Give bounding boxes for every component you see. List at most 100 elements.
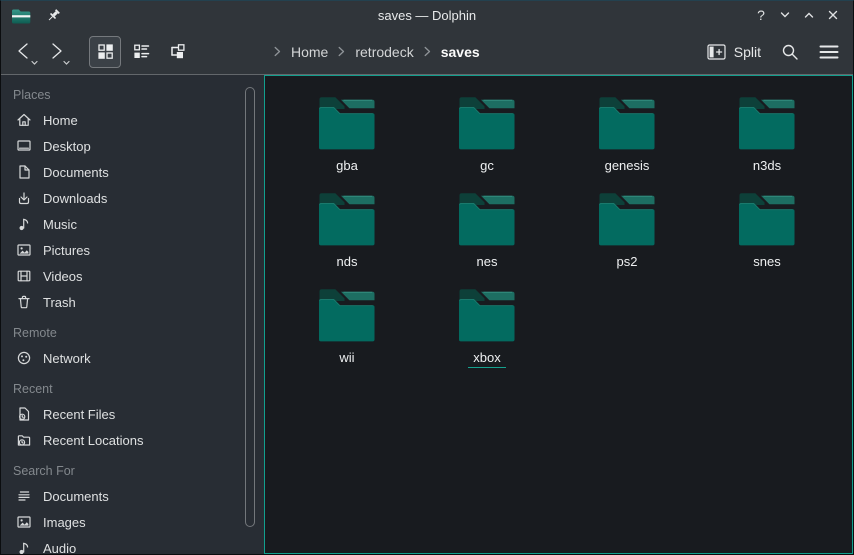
breadcrumb-item[interactable]: retrodeck bbox=[355, 44, 413, 60]
close-button[interactable] bbox=[821, 4, 845, 26]
folder-snes[interactable]: snes bbox=[697, 183, 837, 279]
music-note-icon bbox=[16, 216, 32, 232]
sidebar-item-label: Network bbox=[43, 351, 91, 366]
menu-button[interactable] bbox=[819, 44, 839, 60]
details-view-icon bbox=[133, 43, 150, 60]
toolbar-right: Split bbox=[707, 43, 839, 61]
sidebar-item-documents[interactable]: Documents bbox=[1, 483, 264, 509]
sidebar-item-label: Home bbox=[43, 113, 78, 128]
sidebar-item-label: Documents bbox=[43, 165, 109, 180]
sidebar-sections: Places Home Desktop Documents Downloads Music… bbox=[1, 83, 264, 554]
folder-grid: gba gc genesis n3ds nds nes bbox=[277, 87, 837, 375]
sidebar-item-label: Recent Locations bbox=[43, 433, 143, 448]
folder-label: n3ds bbox=[748, 158, 786, 176]
folder-ps2[interactable]: ps2 bbox=[557, 183, 697, 279]
caret-down-icon bbox=[30, 60, 39, 66]
sidebar-item-desktop[interactable]: Desktop bbox=[1, 133, 264, 159]
folder-label: gc bbox=[475, 158, 499, 176]
pin-icon[interactable] bbox=[46, 8, 61, 23]
folder-icon bbox=[315, 188, 379, 252]
forward-button[interactable] bbox=[45, 37, 71, 67]
sidebar-item-downloads[interactable]: Downloads bbox=[1, 185, 264, 211]
document-icon bbox=[16, 164, 32, 180]
chevron-left-icon bbox=[15, 41, 33, 61]
trash-icon bbox=[16, 294, 32, 310]
folder-xbox[interactable]: xbox bbox=[417, 279, 557, 375]
folder-wii[interactable]: wii bbox=[277, 279, 417, 375]
breadcrumb: Home retrodeck saves bbox=[273, 44, 480, 60]
sidebar-section-header: Recent bbox=[1, 377, 264, 401]
folder-icon bbox=[315, 284, 379, 348]
sidebar-item-label: Music bbox=[43, 217, 77, 232]
maximize-button[interactable] bbox=[797, 4, 821, 26]
sidebar-section-header: Remote bbox=[1, 321, 264, 345]
window-title: saves — Dolphin bbox=[1, 8, 853, 23]
folder-label: snes bbox=[748, 254, 785, 272]
folder-label: nes bbox=[472, 254, 503, 272]
folder-gba[interactable]: gba bbox=[277, 87, 417, 183]
chevron-down-icon bbox=[779, 9, 791, 21]
tree-view-button[interactable] bbox=[161, 36, 193, 68]
download-icon bbox=[16, 190, 32, 206]
details-view-button[interactable] bbox=[125, 36, 157, 68]
sidebar-item-videos[interactable]: Videos bbox=[1, 263, 264, 289]
folder-icon bbox=[455, 284, 519, 348]
sidebar-item-label: Audio bbox=[43, 541, 76, 555]
sidebar-item-pictures[interactable]: Pictures bbox=[1, 237, 264, 263]
sidebar-item-label: Documents bbox=[43, 489, 109, 504]
main-area: Places Home Desktop Documents Downloads Music… bbox=[1, 75, 853, 554]
icons-view-button[interactable] bbox=[89, 36, 121, 68]
split-button[interactable]: Split bbox=[707, 44, 761, 60]
breadcrumb-chevron-icon[interactable] bbox=[423, 45, 432, 58]
folder-label: ps2 bbox=[612, 254, 643, 272]
film-icon bbox=[16, 268, 32, 284]
dolphin-app-icon bbox=[11, 7, 31, 24]
chevron-up-icon bbox=[803, 9, 815, 21]
folder-n3ds[interactable]: n3ds bbox=[697, 87, 837, 183]
folder-label: gba bbox=[331, 158, 363, 176]
sidebar-item-music[interactable]: Music bbox=[1, 211, 264, 237]
image-icon bbox=[16, 514, 32, 530]
sidebar-item-home[interactable]: Home bbox=[1, 107, 264, 133]
sidebar-item-trash[interactable]: Trash bbox=[1, 289, 264, 315]
folder-gc[interactable]: gc bbox=[417, 87, 557, 183]
help-button[interactable]: ? bbox=[749, 4, 773, 26]
folder-label: nds bbox=[332, 254, 363, 272]
sidebar-item-images[interactable]: Images bbox=[1, 509, 264, 535]
tree-view-icon bbox=[169, 43, 186, 60]
folder-icon bbox=[735, 188, 799, 252]
minimize-button[interactable] bbox=[773, 4, 797, 26]
folder-icon bbox=[455, 92, 519, 156]
folder-view[interactable]: gba gc genesis n3ds nds nes bbox=[264, 75, 853, 554]
folder-icon bbox=[455, 188, 519, 252]
toolbar: Home retrodeck saves Split bbox=[1, 29, 853, 75]
sidebar-item-label: Pictures bbox=[43, 243, 90, 258]
dolphin-window: saves — Dolphin ? bbox=[0, 0, 854, 555]
sidebar-item-label: Recent Files bbox=[43, 407, 115, 422]
folder-genesis[interactable]: genesis bbox=[557, 87, 697, 183]
sidebar-section-header: Places bbox=[1, 83, 264, 107]
sidebar-item-label: Downloads bbox=[43, 191, 107, 206]
sidebar-item-label: Trash bbox=[43, 295, 76, 310]
breadcrumb-chevron-icon[interactable] bbox=[273, 45, 282, 58]
recent-locations-icon bbox=[16, 432, 32, 448]
folder-nds[interactable]: nds bbox=[277, 183, 417, 279]
sidebar-scrollbar[interactable] bbox=[245, 87, 255, 527]
sidebar-item-recent-locations[interactable]: Recent Locations bbox=[1, 427, 264, 453]
search-button[interactable] bbox=[781, 43, 799, 61]
sidebar-item-documents[interactable]: Documents bbox=[1, 159, 264, 185]
network-icon bbox=[16, 350, 32, 366]
icons-view-icon bbox=[97, 43, 114, 60]
folder-label: xbox bbox=[468, 350, 505, 368]
sidebar-item-network[interactable]: Network bbox=[1, 345, 264, 371]
sidebar-item-recent-files[interactable]: Recent Files bbox=[1, 401, 264, 427]
folder-icon bbox=[315, 92, 379, 156]
breadcrumb-item[interactable]: Home bbox=[291, 44, 328, 60]
back-button[interactable] bbox=[13, 37, 39, 67]
window-controls: ? bbox=[749, 4, 845, 26]
folder-icon bbox=[595, 92, 659, 156]
sidebar-item-audio[interactable]: Audio bbox=[1, 535, 264, 554]
breadcrumb-chevron-icon[interactable] bbox=[337, 45, 346, 58]
folder-nes[interactable]: nes bbox=[417, 183, 557, 279]
breadcrumb-current[interactable]: saves bbox=[441, 44, 480, 60]
